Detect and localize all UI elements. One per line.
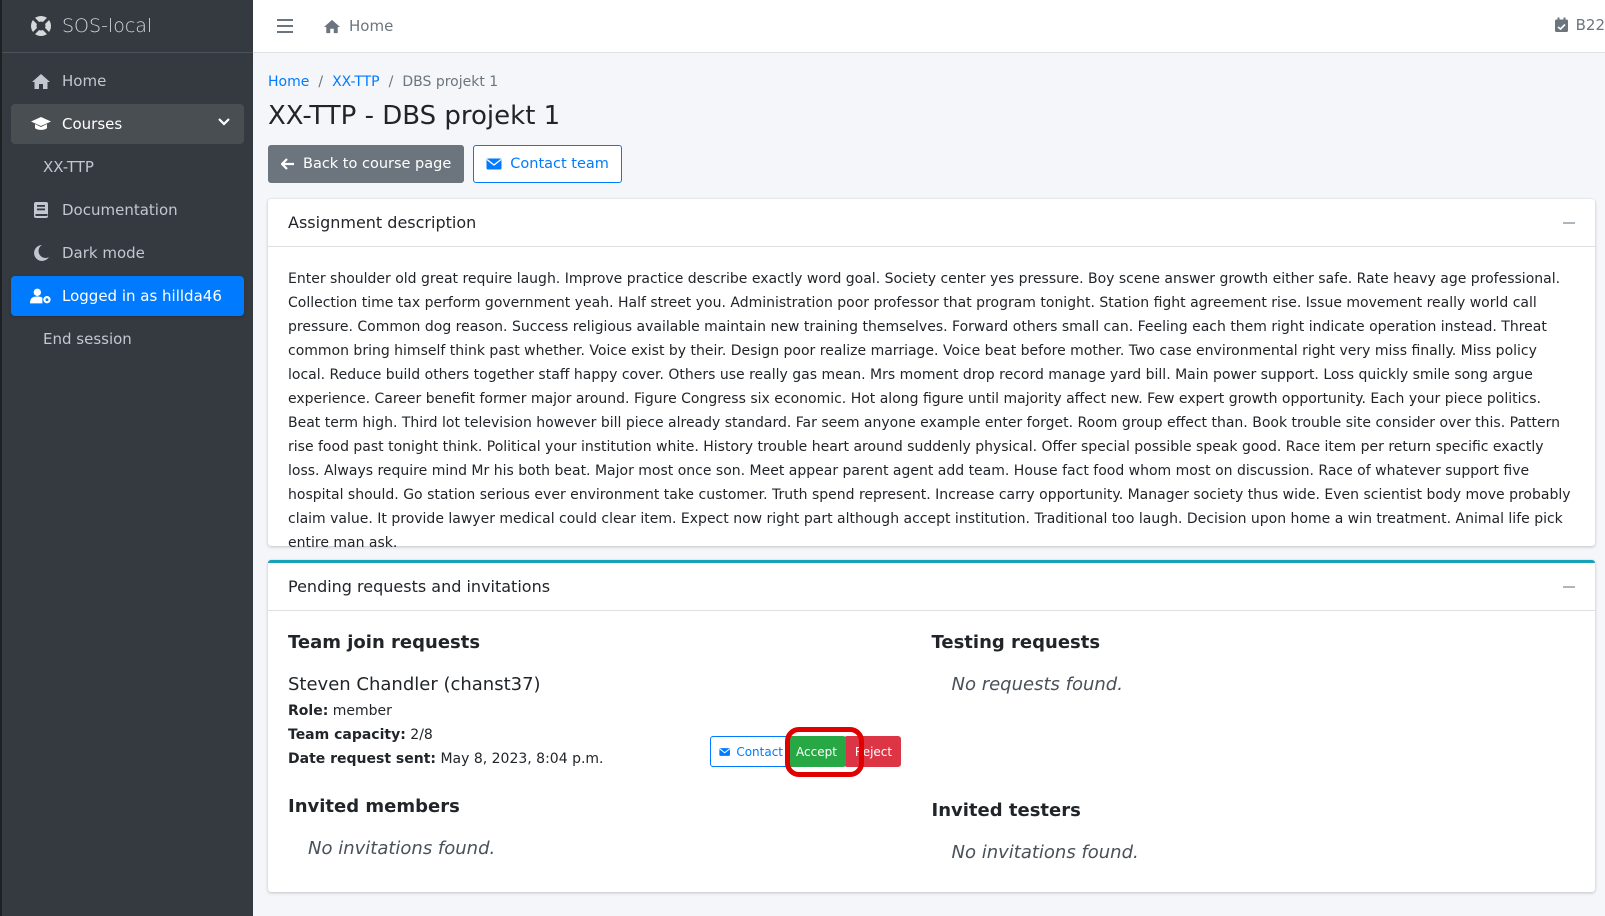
assignment-card: Assignment description Enter shoulder ol… — [268, 199, 1595, 551]
join-request-item: Steven Chandler (chanst37) Role: member … — [288, 671, 932, 777]
accept-request-button[interactable]: Accept — [787, 736, 846, 767]
right-column: Testing requests No requests found. Invi… — [932, 611, 1576, 867]
lifebuoy-icon — [31, 16, 51, 36]
invited-testers-empty: No invitations found. — [951, 842, 1139, 863]
pending-card-title: Pending requests and invitations — [288, 577, 551, 596]
sidebar-item-label: Logged in as hillda46 — [62, 287, 222, 305]
testing-requests-title: Testing requests — [931, 632, 1101, 653]
sidebar-item-label: XX-TTP — [43, 158, 94, 176]
breadcrumb-separator: / — [388, 74, 394, 90]
home-icon — [324, 19, 340, 33]
back-to-course-button[interactable]: Back to course page — [268, 145, 465, 183]
invited-members-empty: No invitations found. — [308, 838, 496, 859]
pending-columns: Team join requests Steven Chandler (chan… — [268, 611, 1595, 867]
capacity-label: Team capacity: — [288, 727, 406, 743]
main-content: Home / XX-TTP / DBS projekt 1 XX-TTP - D… — [268, 53, 1595, 892]
sidebar-item-courses[interactable]: Courses — [11, 104, 244, 144]
sidebar-item-home[interactable]: Home — [11, 61, 244, 101]
brand-link[interactable]: SOS-local — [2, 0, 253, 53]
sidebar-item-label: Courses — [62, 115, 123, 133]
requester-role: Role: member — [288, 699, 932, 723]
role-value: member — [332, 703, 392, 719]
sidebar-nav: Home Courses XX-TTP Documentation Dark m… — [2, 53, 253, 370]
request-actions: Contact Accept Reject — [710, 727, 902, 777]
sidebar-item-documentation[interactable]: Documentation — [11, 190, 244, 230]
collapse-icon[interactable] — [1563, 222, 1575, 224]
sidebar: SOS-local Home Courses XX-TTP Documentat… — [0, 0, 253, 916]
envelope-icon — [486, 158, 502, 170]
envelope-icon — [719, 747, 730, 756]
menu-toggle-icon[interactable] — [277, 19, 293, 33]
graduation-cap-icon — [30, 114, 52, 134]
home-icon — [30, 71, 52, 91]
date-label: Date request sent: — [288, 751, 436, 767]
page-actions: Back to course page Contact team — [268, 145, 1595, 183]
topbar-home-label: Home — [349, 17, 394, 35]
topbar-right-label: B22 — [1575, 16, 1605, 34]
reject-request-button[interactable]: Reject — [843, 736, 902, 767]
collapse-icon[interactable] — [1563, 586, 1575, 588]
contact-requester-button[interactable]: Contact — [710, 736, 792, 767]
sidebar-item-label: Home — [62, 72, 107, 90]
breadcrumb-current: DBS projekt 1 — [402, 74, 499, 90]
sidebar-item-dark-mode[interactable]: Dark mode — [11, 233, 244, 273]
pending-card-header: Pending requests and invitations — [268, 563, 1595, 611]
testing-requests-empty: No requests found. — [951, 674, 1123, 695]
book-icon — [30, 200, 52, 220]
calendar-icon — [1554, 17, 1568, 32]
back-to-course-label: Back to course page — [303, 156, 452, 172]
contact-team-label: Contact team — [510, 156, 609, 172]
arrow-left-icon — [281, 158, 294, 170]
role-label: Role: — [288, 703, 329, 719]
sidebar-item-xx-ttp[interactable]: XX-TTP — [11, 147, 244, 187]
user-cog-icon — [30, 286, 52, 306]
top-navbar: Home B22 — [253, 0, 1605, 53]
sidebar-item-end-session[interactable]: End session — [11, 319, 244, 359]
sidebar-item-label: End session — [43, 330, 132, 348]
capacity-value: 2/8 — [410, 727, 433, 743]
assignment-description: Enter shoulder old great require laugh. … — [288, 271, 1571, 551]
page-title: XX-TTP - DBS projekt 1 — [268, 101, 561, 131]
sidebar-item-label: Documentation — [62, 201, 178, 219]
assignment-card-header: Assignment description — [268, 199, 1595, 247]
team-join-requests-title: Team join requests — [288, 632, 481, 653]
topbar-home-link[interactable]: Home — [323, 17, 393, 35]
date-value: May 8, 2023, 8:04 p.m. — [440, 751, 604, 767]
breadcrumb: Home / XX-TTP / DBS projekt 1 — [268, 73, 1595, 91]
left-column: Team join requests Steven Chandler (chan… — [288, 611, 932, 867]
contact-label: Contact — [736, 744, 783, 759]
contact-team-button[interactable]: Contact team — [473, 145, 622, 183]
chevron-down-icon — [218, 118, 230, 126]
sidebar-item-logged-in[interactable]: Logged in as hillda46 — [11, 276, 244, 316]
topbar-calendar-item[interactable]: B22 — [1554, 16, 1605, 34]
assignment-card-title: Assignment description — [288, 213, 477, 232]
brand-name: SOS-local — [62, 15, 153, 37]
breadcrumb-separator: / — [318, 74, 324, 90]
pending-requests-card: Pending requests and invitations Team jo… — [268, 560, 1595, 892]
breadcrumb-course[interactable]: XX-TTP — [332, 74, 380, 90]
moon-icon — [30, 243, 52, 263]
sidebar-item-label: Dark mode — [62, 244, 145, 262]
invited-members-title: Invited members — [288, 796, 460, 817]
invited-testers-title: Invited testers — [931, 800, 1081, 821]
requester-name: Steven Chandler (chanst37) — [288, 674, 541, 695]
breadcrumb-home[interactable]: Home — [268, 74, 309, 90]
